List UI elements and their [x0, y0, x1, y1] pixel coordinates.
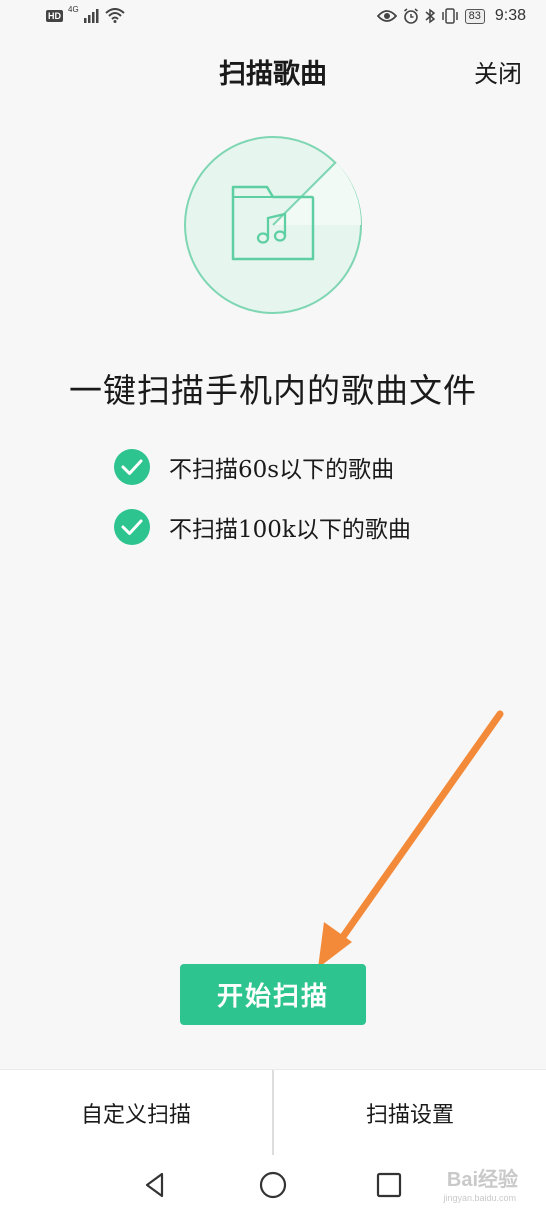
bluetooth-icon	[425, 8, 435, 24]
vibrate-icon	[441, 8, 458, 24]
network-type: 4G	[68, 5, 79, 14]
status-bar: HD 4G 83 9:38	[0, 0, 546, 36]
hero-illustration	[183, 135, 363, 315]
music-folder-icon	[184, 136, 362, 314]
back-icon[interactable]	[140, 1169, 172, 1201]
rule-text: 不扫描60s以下的歌曲	[169, 457, 395, 483]
alarm-icon	[403, 8, 418, 24]
rule-item: 不扫描60s以下的歌曲	[113, 445, 411, 489]
start-scan-button[interactable]: 开始扫描	[180, 964, 366, 1025]
status-right: 83 9:38	[376, 7, 526, 25]
check-circle-icon	[114, 509, 150, 545]
hd-badge: HD	[46, 9, 63, 22]
signal-icon	[83, 8, 99, 23]
custom-scan-button[interactable]: 自定义扫描	[0, 1070, 272, 1156]
page-title: 扫描歌曲	[219, 59, 327, 90]
watermark-url: jingyan.baidu.com	[443, 1193, 516, 1203]
eye-icon	[376, 10, 397, 22]
scan-rules: 不扫描60s以下的歌曲 不扫描100k以下的歌曲	[113, 445, 411, 565]
rule-item: 不扫描100k以下的歌曲	[113, 505, 411, 549]
home-icon[interactable]	[257, 1169, 289, 1201]
rule-text: 不扫描100k以下的歌曲	[169, 517, 411, 543]
watermark: Bai经验	[446, 1169, 518, 1191]
recents-icon[interactable]	[373, 1169, 405, 1201]
headline: 一键扫描手机内的歌曲文件	[69, 371, 477, 410]
bottom-bar: 自定义扫描 扫描设置	[0, 1069, 546, 1156]
scan-settings-button[interactable]: 扫描设置	[274, 1070, 546, 1156]
system-nav-bar: Bai经验 jingyan.baidu.com	[0, 1155, 546, 1214]
check-circle-icon	[114, 449, 150, 485]
wifi-icon	[105, 8, 125, 23]
battery-indicator: 83	[464, 8, 485, 24]
header: 扫描歌曲 关闭	[0, 50, 546, 92]
status-left: HD 4G	[46, 5, 125, 23]
close-button[interactable]: 关闭	[474, 54, 522, 89]
status-time: 9:38	[494, 7, 526, 24]
